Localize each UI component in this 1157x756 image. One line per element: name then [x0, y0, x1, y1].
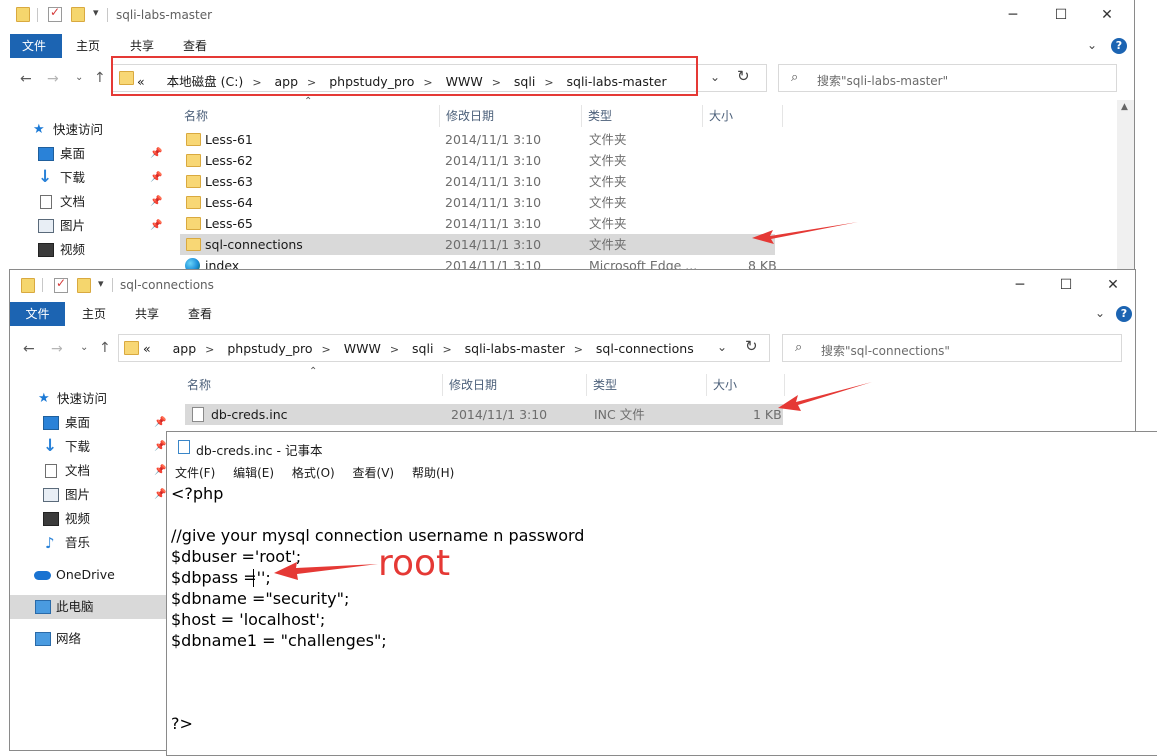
arrow-annotation: [274, 562, 378, 580]
arrow-annotation: [778, 382, 872, 411]
annotation-layer: [274, 222, 872, 580]
arrow-annotation: [752, 222, 858, 244]
annotation-root-label: root: [378, 543, 451, 584]
